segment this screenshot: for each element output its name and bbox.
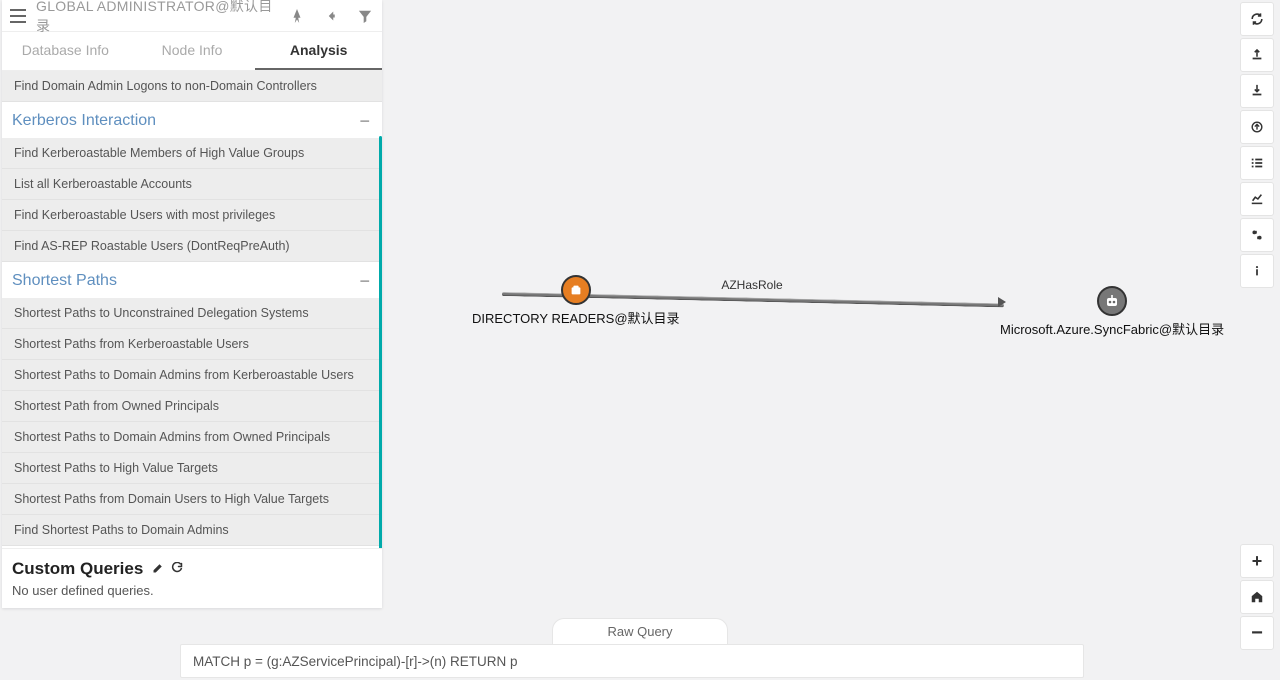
list-item[interactable]: Shortest Paths from Kerberoastable Users: [2, 329, 382, 360]
minus-icon[interactable]: −: [359, 112, 370, 130]
no-user-queries-text: No user defined queries.: [12, 583, 372, 598]
robot-icon: [1097, 286, 1127, 316]
raw-query-tab[interactable]: Raw Query: [552, 618, 728, 644]
left-panel: GLOBAL ADMINISTRATOR@默认目录 Database Info …: [2, 0, 382, 608]
section-title: Kerberos Interaction: [12, 112, 156, 130]
tab-analysis[interactable]: Analysis: [255, 32, 382, 70]
custom-queries-title: Custom Queries: [12, 559, 143, 578]
graph-canvas[interactable]: AZHasRole DIRECTORY READERS@默认目录 Microso…: [384, 0, 1280, 680]
node-label: Microsoft.Azure.SyncFabric@默认目录: [1000, 319, 1224, 338]
list-item[interactable]: List all Kerberoastable Accounts: [2, 169, 382, 200]
search-title[interactable]: GLOBAL ADMINISTRATOR@默认目录: [36, 0, 278, 36]
list-item[interactable]: Find AS-REP Roastable Users (DontReqPreA…: [2, 231, 382, 262]
tab-node-info[interactable]: Node Info: [129, 32, 256, 70]
menu-icon[interactable]: [10, 9, 26, 23]
list-item[interactable]: Shortest Paths to Unconstrained Delegati…: [2, 298, 382, 329]
list-item[interactable]: Shortest Paths to Domain Admins from Own…: [2, 422, 382, 453]
raw-query-input[interactable]: MATCH p = (g:AZServicePrincipal)-[r]->(n…: [180, 644, 1084, 678]
filter-icon[interactable]: [356, 7, 374, 25]
pencil-icon[interactable]: [152, 562, 168, 577]
section-shortest-paths[interactable]: Shortest Paths −: [2, 262, 382, 298]
minus-icon[interactable]: −: [359, 272, 370, 290]
list-item[interactable]: Find Domain Admin Logons to non-Domain C…: [2, 71, 382, 102]
list-item[interactable]: Shortest Paths to High Value Targets: [2, 453, 382, 484]
list-item[interactable]: Shortest Paths from Domain Users to High…: [2, 484, 382, 515]
node-label: DIRECTORY READERS@默认目录: [472, 308, 680, 327]
queries-container: Find Domain Admin Logons to non-Domain C…: [2, 71, 382, 548]
list-item[interactable]: Shortest Paths to Domain Admins from Ker…: [2, 360, 382, 391]
tab-database-info[interactable]: Database Info: [2, 32, 129, 70]
section-kerberos-interaction[interactable]: Kerberos Interaction −: [2, 102, 382, 138]
edge-label: AZHasRole: [721, 278, 782, 292]
list-item[interactable]: Shortest Path from Owned Principals: [2, 391, 382, 422]
list-item[interactable]: Find Kerberoastable Members of High Valu…: [2, 138, 382, 169]
graph-node-source[interactable]: DIRECTORY READERS@默认目录: [472, 275, 680, 327]
graph-node-target[interactable]: Microsoft.Azure.SyncFabric@默认目录: [1000, 286, 1224, 338]
back-icon[interactable]: [322, 7, 340, 25]
panel-tabs: Database Info Node Info Analysis: [2, 32, 382, 71]
path-icon[interactable]: [288, 7, 306, 25]
list-item[interactable]: Find Kerberoastable Users with most priv…: [2, 200, 382, 231]
scrollbar[interactable]: [379, 136, 382, 548]
group-icon: [561, 275, 591, 305]
custom-queries-section: Custom Queries No user defined queries.: [2, 548, 382, 608]
header-icon-group: [288, 7, 374, 25]
panel-header: GLOBAL ADMINISTRATOR@默认目录: [2, 0, 382, 32]
section-title: Shortest Paths: [12, 272, 117, 290]
list-item[interactable]: Find Shortest Paths to Domain Admins: [2, 515, 382, 546]
refresh-icon[interactable]: [171, 562, 183, 577]
